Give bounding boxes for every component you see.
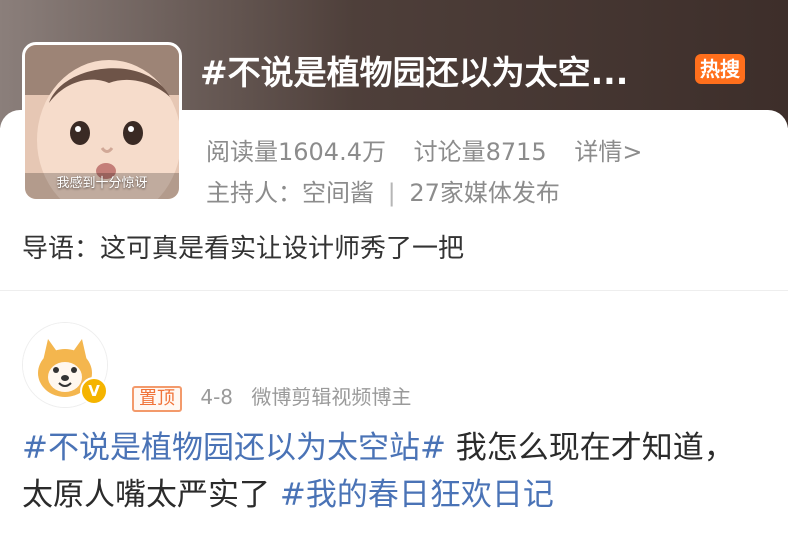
pinned-tag: 置顶	[132, 386, 182, 412]
topic-title[interactable]: #不说是植物园还以为太空...	[200, 46, 680, 94]
topic-card: 我感到十分惊讶 #不说是植物园还以为太空... 热搜 阅读量1604.4万 讨论…	[0, 0, 788, 291]
media-count: 27家媒体发布	[409, 179, 560, 207]
topic-intro: 导语：这可真是看实让设计师秀了一把	[22, 234, 465, 264]
topic-avatar[interactable]: 我感到十分惊讶	[22, 42, 182, 202]
topic-stats: 阅读量1604.4万 讨论量8715 详情>	[206, 132, 642, 167]
host-separator: |	[387, 179, 396, 207]
post-date: 4-8	[200, 385, 234, 409]
details-link[interactable]: 详情>	[574, 138, 642, 166]
hot-search-badge: 热搜	[695, 54, 745, 84]
host-name[interactable]: 主持人：空间酱	[206, 179, 374, 207]
author-role: 微博剪辑视频博主	[251, 385, 412, 409]
post-body: #不说是植物园还以为太空站# 我怎么现在才知道，太原人嘴太严实了 #我的春日狂欢…	[22, 425, 762, 519]
topic-host-line: 主持人：空间酱 | 27家媒体发布	[206, 173, 560, 208]
post-meta: 置顶 4-8 微博剪辑视频博主	[132, 381, 411, 412]
weibo-post: V 置顶 4-8 微博剪辑视频博主 #不说是植物园还以为太空站# 我怎么现在才知…	[0, 300, 788, 534]
spring-topic-link[interactable]: #我的春日狂欢日记	[280, 477, 554, 513]
read-count: 阅读量1604.4万	[206, 138, 386, 166]
avatar-caption: 我感到十分惊讶	[56, 176, 148, 191]
discussion-count: 讨论量8715	[413, 138, 547, 166]
topic-hashtag-link[interactable]: #不说是植物园还以为太空站#	[22, 430, 446, 466]
verified-badge-icon: V	[80, 377, 108, 405]
section-divider	[0, 290, 788, 291]
